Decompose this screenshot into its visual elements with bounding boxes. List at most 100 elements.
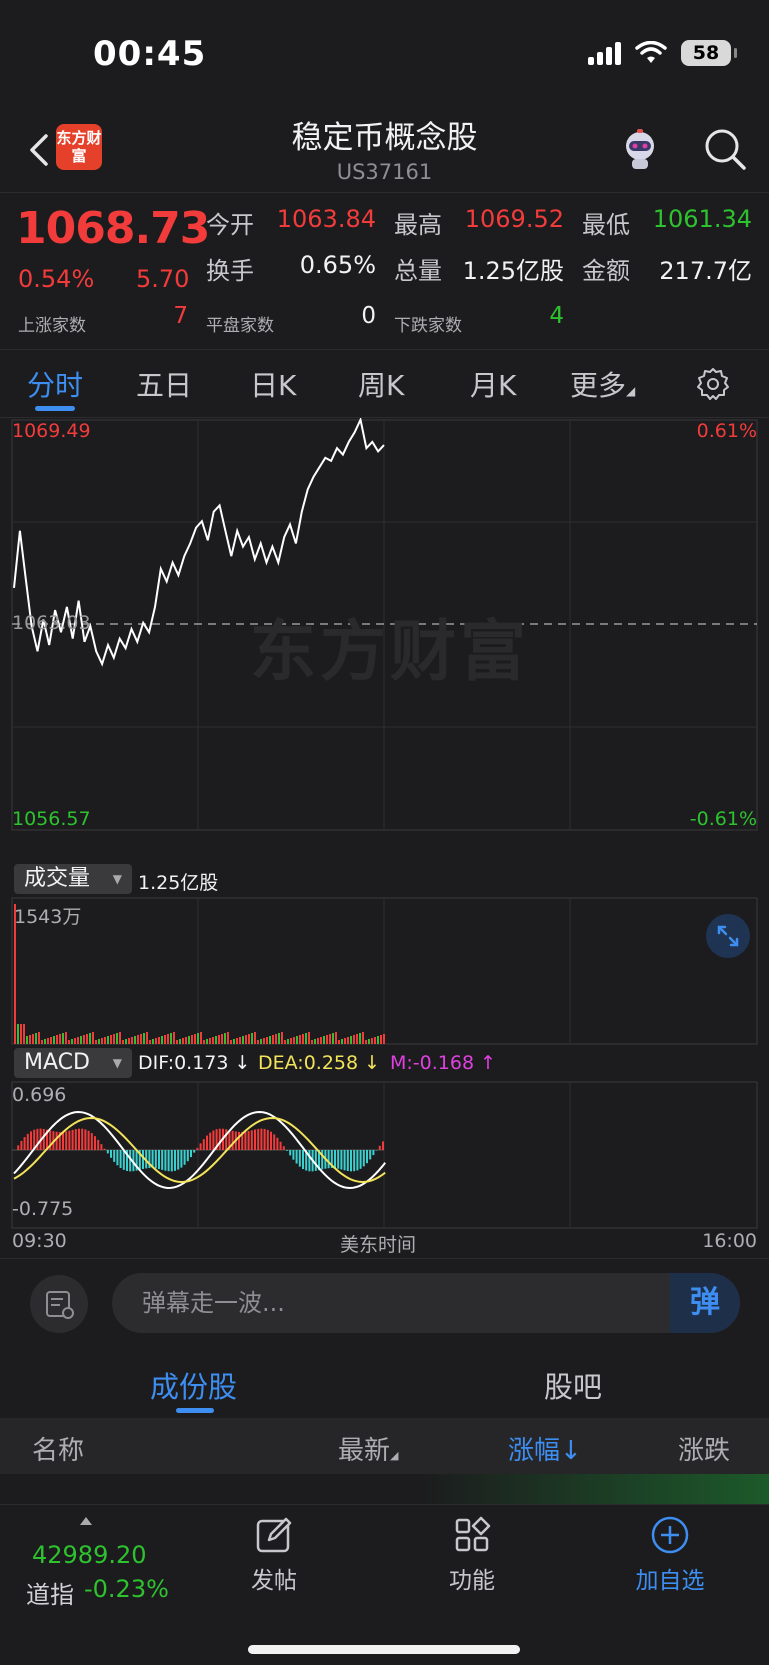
volume-bar — [347, 1037, 349, 1044]
high-label: 最高 — [394, 211, 442, 239]
macd-bar — [17, 1145, 20, 1150]
tab-forum[interactable]: 股吧 — [544, 1364, 602, 1406]
volume-bar — [176, 1040, 178, 1044]
volume-bar — [242, 1036, 244, 1044]
search-icon[interactable] — [702, 126, 748, 172]
volume-bar — [209, 1038, 211, 1044]
macd-bar — [196, 1147, 199, 1150]
tab-intraday[interactable]: 分时 — [27, 364, 83, 404]
macd-bar — [193, 1150, 196, 1153]
volume-bar — [53, 1036, 55, 1044]
volume-bar — [374, 1037, 376, 1044]
danmu-bar: 弹幕走一波... 弹 — [0, 1258, 769, 1350]
tab-five-day[interactable]: 五日 — [136, 364, 192, 404]
status-bar: 00:45 58 — [0, 0, 769, 112]
macd-dea-value: DEA:0.258 ↓ — [258, 1052, 381, 1074]
column-latest[interactable]: 最新◢ — [338, 1430, 398, 1467]
pct-min-label: -0.61% — [689, 808, 757, 830]
bottom-nav: 42989.20 道指 -0.23% 发帖 功能 加自选 — [0, 1504, 769, 1665]
amount-value: 217.7亿 — [659, 257, 752, 285]
macd-bar — [97, 1139, 100, 1150]
dropdown-icon: ▼ — [112, 1056, 122, 1070]
volume-bar — [329, 1034, 331, 1044]
post-button[interactable]: 发帖 — [214, 1515, 334, 1595]
danmu-settings-button[interactable] — [30, 1275, 88, 1333]
macd-bar — [298, 1150, 301, 1167]
volume-bar — [278, 1033, 280, 1044]
macd-bar — [244, 1131, 247, 1150]
macd-bar — [55, 1131, 58, 1150]
volume-bar — [116, 1033, 118, 1044]
open-value: 1063.84 — [276, 205, 376, 233]
volume-bar — [62, 1033, 64, 1044]
post-label: 发帖 — [251, 1568, 297, 1594]
macd-bar — [350, 1150, 352, 1172]
flat-count-label: 平盘家数 — [206, 316, 274, 336]
macd-bar — [183, 1150, 186, 1165]
add-watchlist-label: 加自选 — [635, 1568, 705, 1594]
tab-daily-k[interactable]: 日K — [250, 364, 296, 404]
macd-bar — [78, 1128, 80, 1150]
list-item[interactable] — [0, 1474, 769, 1504]
tab-weekly-k[interactable]: 周K — [358, 364, 404, 404]
column-change[interactable]: 涨跌 — [678, 1430, 730, 1467]
volume-bar — [245, 1035, 247, 1044]
macd-bar — [337, 1150, 340, 1169]
tab-more[interactable]: 更多◢ — [570, 364, 635, 404]
volume-bar — [44, 1039, 46, 1044]
volume-bar — [134, 1036, 136, 1044]
volume-bar — [197, 1033, 199, 1044]
macd-bar — [212, 1130, 215, 1151]
macd-bar — [276, 1137, 279, 1151]
macd-bar — [180, 1150, 183, 1168]
macd-bar — [142, 1150, 144, 1169]
macd-bar — [247, 1131, 250, 1150]
column-name[interactable]: 名称 — [32, 1430, 84, 1467]
volume-bar — [107, 1036, 109, 1044]
expand-up-icon[interactable] — [80, 1517, 92, 1525]
price-max-label: 1069.49 — [12, 420, 91, 442]
macd-bar — [218, 1128, 221, 1150]
macd-bar — [170, 1150, 173, 1172]
chart-area[interactable]: 东方财富 1069.49 0.61% 1063.03 1056.57 -0.61… — [0, 418, 769, 1258]
settings-icon[interactable] — [695, 366, 731, 402]
volume-bar — [323, 1036, 325, 1044]
volume-bar — [41, 1040, 43, 1044]
macd-m-value: M:-0.168 ↑ — [390, 1052, 497, 1074]
macd-indicator-select[interactable]: MACD ▼ — [14, 1048, 132, 1078]
macd-bar — [266, 1129, 269, 1151]
volume-bar — [17, 1024, 19, 1044]
volume-bar — [305, 1033, 307, 1044]
table-header: 名称 最新◢ 涨幅↓ 涨跌 — [0, 1418, 769, 1474]
volume-bar — [128, 1038, 130, 1044]
add-watchlist-button[interactable]: 加自选 — [610, 1515, 730, 1595]
danmu-input[interactable]: 弹幕走一波... 弹 — [112, 1273, 740, 1333]
volume-bar — [293, 1037, 295, 1044]
column-change-pct[interactable]: 涨幅↓ — [508, 1430, 582, 1467]
macd-bar — [190, 1150, 192, 1158]
robot-assistant-icon[interactable] — [616, 126, 664, 174]
volume-indicator-select[interactable]: 成交量 ▼ — [14, 864, 132, 894]
volume-bar — [80, 1036, 82, 1044]
macd-bar — [158, 1150, 160, 1170]
volume-bar — [89, 1033, 91, 1044]
tab-constituents[interactable]: 成份股 — [150, 1364, 237, 1406]
tab-monthly-k[interactable]: 月K — [470, 364, 516, 404]
battery-icon: 58 — [681, 40, 737, 66]
volume-bar — [230, 1040, 232, 1044]
volume-bar — [203, 1040, 205, 1044]
volume-bar — [29, 1035, 31, 1044]
volume-bar — [362, 1032, 364, 1044]
expand-icon[interactable] — [706, 914, 750, 958]
features-button[interactable]: 功能 — [412, 1515, 532, 1595]
time-start-label: 09:30 — [12, 1230, 67, 1252]
volume-bar — [296, 1036, 298, 1044]
macd-bar — [366, 1150, 368, 1164]
danmu-send-button[interactable]: 弹 — [670, 1273, 740, 1333]
volume-bar — [254, 1032, 256, 1044]
volume-bar — [224, 1033, 226, 1044]
caret-icon: ◢ — [626, 384, 636, 398]
macd-bar — [206, 1135, 208, 1151]
volume-bar — [236, 1038, 238, 1044]
index-value[interactable]: 42989.20 — [32, 1541, 147, 1569]
